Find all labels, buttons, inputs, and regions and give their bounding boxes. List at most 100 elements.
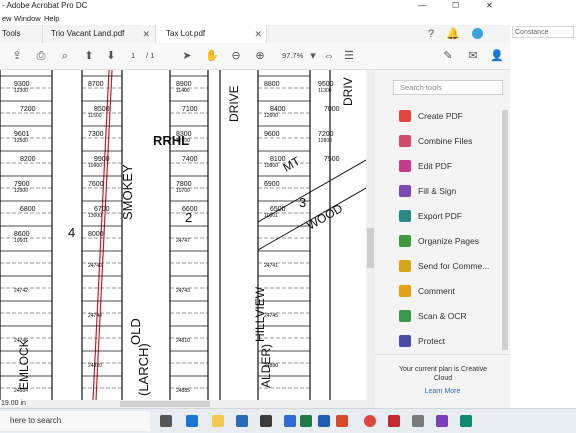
outlook-icon[interactable] (284, 415, 296, 427)
plan-text: Your current plan is Creative Cloud (398, 366, 488, 382)
learn-more-link[interactable]: Learn More (375, 388, 510, 395)
document-horizontal-scrollbar[interactable] (0, 400, 375, 408)
block-number: 4 (68, 225, 75, 240)
block-number: 2 (185, 210, 192, 225)
notifications-icon[interactable]: 🔔 (446, 27, 460, 41)
tool-label: Create PDF (418, 111, 463, 121)
task-view-icon[interactable] (160, 415, 172, 427)
hand-tool-icon[interactable]: ✋ (205, 49, 219, 63)
more-tools-icon[interactable]: ☰ (342, 49, 356, 63)
print-icon[interactable]: ⎙ (34, 49, 48, 63)
tab-tax-lot[interactable]: Tax Lot.pdf ✕ (155, 25, 267, 43)
tool-send-for-comme[interactable]: Send for Comme... (399, 258, 503, 276)
lot-id: 12300 (14, 88, 28, 94)
tab-tools[interactable]: Tools (2, 25, 42, 43)
tool-scan-ocr[interactable]: Scan & OCR (399, 308, 503, 326)
taskbar-search[interactable]: here to search (0, 411, 150, 431)
powerpoint-icon[interactable] (336, 415, 348, 427)
find-icon[interactable]: ⌕ (58, 49, 72, 63)
menu-item-window[interactable]: Window (14, 14, 41, 23)
tool-label: Edit PDF (418, 161, 453, 171)
close-window-button[interactable]: ✕ (486, 1, 493, 10)
tools-pane-scrollbar[interactable] (502, 110, 508, 350)
acrobat-icon[interactable] (388, 415, 400, 427)
share-user-icon[interactable]: 👤 (490, 49, 504, 63)
tool-label: Send for Comme... (418, 261, 490, 271)
zoom-out-icon[interactable]: ⊖ (229, 49, 243, 63)
background-window: Constance (510, 0, 576, 410)
tool-label: Comment (418, 286, 455, 296)
lot-id: 11300 (318, 88, 332, 94)
tab-trio-vacant-land[interactable]: Trio Vacant Land.pdf ✕ (42, 25, 154, 43)
user-name-field[interactable]: Constance (512, 26, 574, 38)
lot-id: 12600 (264, 113, 278, 119)
minimize-button[interactable]: — (418, 1, 426, 10)
scroll-thumb[interactable] (120, 401, 210, 407)
lot-number: 7000 (324, 106, 340, 113)
tool-edit-pdf[interactable]: Edit PDF (399, 158, 503, 176)
street-label: WOOD (305, 201, 346, 233)
file-explorer-icon[interactable] (212, 415, 224, 427)
document-view[interactable]: 9300 12300 8700 8900 11400 8800 9500 11300 7200 8… (0, 70, 366, 400)
help-icon[interactable]: ? (424, 27, 438, 41)
lot-number: 7200 (318, 131, 334, 138)
maximize-button[interactable]: ☐ (452, 1, 459, 10)
onenote-icon[interactable] (436, 415, 448, 427)
sign-icon[interactable]: ✎ (441, 49, 455, 63)
store-icon[interactable] (260, 415, 272, 427)
window-title: - Adobe Acrobat Pro DC (2, 1, 88, 10)
mail-icon[interactable] (236, 415, 248, 427)
zoom-dropdown-icon[interactable]: ▾ (306, 49, 320, 63)
zoom-in-icon[interactable]: ⊕ (253, 49, 267, 63)
select-cursor-icon[interactable]: ➤ (180, 49, 194, 63)
teams-icon[interactable] (460, 415, 472, 427)
app-icon[interactable] (412, 415, 424, 427)
document-vertical-scrollbar[interactable] (366, 70, 375, 400)
email-icon[interactable]: ✉ (466, 49, 480, 63)
street-label: DRIVE (227, 85, 241, 122)
tool-organize-pages[interactable]: Organize Pages (399, 233, 503, 251)
close-tab-icon[interactable]: ✕ (142, 25, 150, 43)
avatar[interactable] (472, 28, 483, 39)
lot-number: 7200 (20, 106, 36, 113)
street-label: EMLOCK (17, 339, 31, 390)
menu-item-help[interactable]: Help (44, 14, 59, 23)
lot-number: 7100 (182, 106, 198, 113)
lot-id: 12900 (14, 188, 28, 194)
lot-number: 7800 (176, 181, 192, 188)
tool-label: Export PDF (418, 211, 462, 221)
block-number: 3 (299, 195, 306, 210)
lot-id: 24885 (176, 388, 190, 394)
lot-number: 9601 (14, 131, 30, 138)
street-label: HILLVIEW (253, 286, 267, 342)
tool-fill-sign[interactable]: Fill & Sign (399, 183, 503, 201)
word-icon[interactable] (318, 415, 330, 427)
scroll-thumb[interactable] (367, 228, 374, 268)
lot-number: 9300 (14, 81, 30, 88)
zoom-level[interactable]: 97.7% (282, 51, 303, 60)
next-page-icon[interactable]: ⬇ (104, 49, 118, 63)
lot-number: 6800 (20, 206, 36, 213)
edge-icon[interactable] (186, 415, 198, 427)
prev-page-icon[interactable]: ⬆ (82, 49, 96, 63)
tools-search-input[interactable]: Search tools (393, 80, 503, 95)
tool-combine-files[interactable]: Combine Files (399, 133, 503, 151)
toolbar: ⇪ ⎙ ⌕ ⬆ ⬇ 1 / 1 ➤ ✋ ⊖ ⊕ 97.7% ▾ ⇔ ☰ ✎ ✉ … (0, 43, 510, 70)
lot-number: 6500 (270, 206, 286, 213)
tool-protect[interactable]: Protect (399, 333, 503, 351)
menu-item-view[interactable]: ew (2, 14, 12, 23)
lot-id: 24741 (264, 263, 278, 269)
close-tab-icon[interactable]: ✕ (254, 25, 262, 43)
tool-export-pdf[interactable]: Export PDF (399, 208, 503, 226)
tool-icon (399, 135, 411, 147)
lot-number: 7500 (324, 156, 340, 163)
tool-create-pdf[interactable]: Create PDF (399, 108, 503, 126)
lot-number: 7300 (88, 131, 104, 138)
tool-comment[interactable]: Comment (399, 283, 503, 301)
page-number[interactable]: 1 (131, 51, 135, 60)
excel-icon[interactable] (300, 415, 312, 427)
tools-pane: Search tools Create PDF Combine Files Edit… (375, 70, 510, 409)
fit-page-icon[interactable]: ⇔ (322, 49, 336, 63)
chrome-icon[interactable] (364, 415, 376, 427)
upload-icon[interactable]: ⇪ (10, 49, 24, 63)
